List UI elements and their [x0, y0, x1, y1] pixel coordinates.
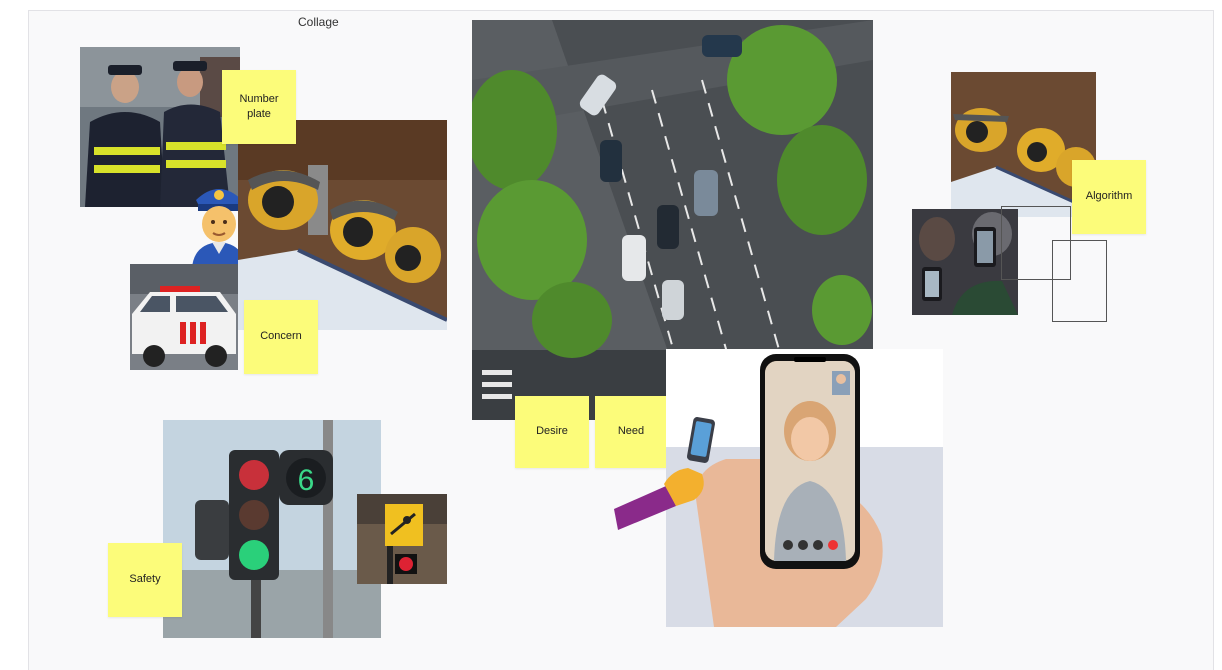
pedestrian-signal-photo[interactable] — [357, 494, 447, 584]
traffic-light-photo[interactable]: 6 — [163, 420, 381, 638]
sticky-note-number-plate[interactable]: Number plate — [222, 70, 296, 144]
sticky-note-safety[interactable]: Safety — [108, 543, 182, 617]
board-title: Collage — [298, 15, 339, 29]
hand-holding-phone-icon — [614, 414, 726, 532]
sticky-note-label: Algorithm — [1085, 190, 1133, 203]
sticky-note-algorithm[interactable]: Algorithm — [1072, 160, 1146, 234]
svg-text:6: 6 — [298, 464, 315, 497]
sticky-note-desire[interactable]: Desire — [515, 396, 589, 468]
surveillance-cameras-photo[interactable] — [238, 120, 447, 330]
frame-outline[interactable] — [1052, 240, 1107, 322]
sticky-note-label: Concern — [260, 330, 302, 343]
sticky-note-label: Desire — [536, 425, 568, 438]
police-car-photo[interactable] — [130, 264, 238, 370]
sticky-note-label: Number plate — [239, 92, 279, 120]
sticky-note-label: Safety — [129, 573, 161, 586]
sticky-note-concern[interactable]: Concern — [244, 300, 318, 374]
